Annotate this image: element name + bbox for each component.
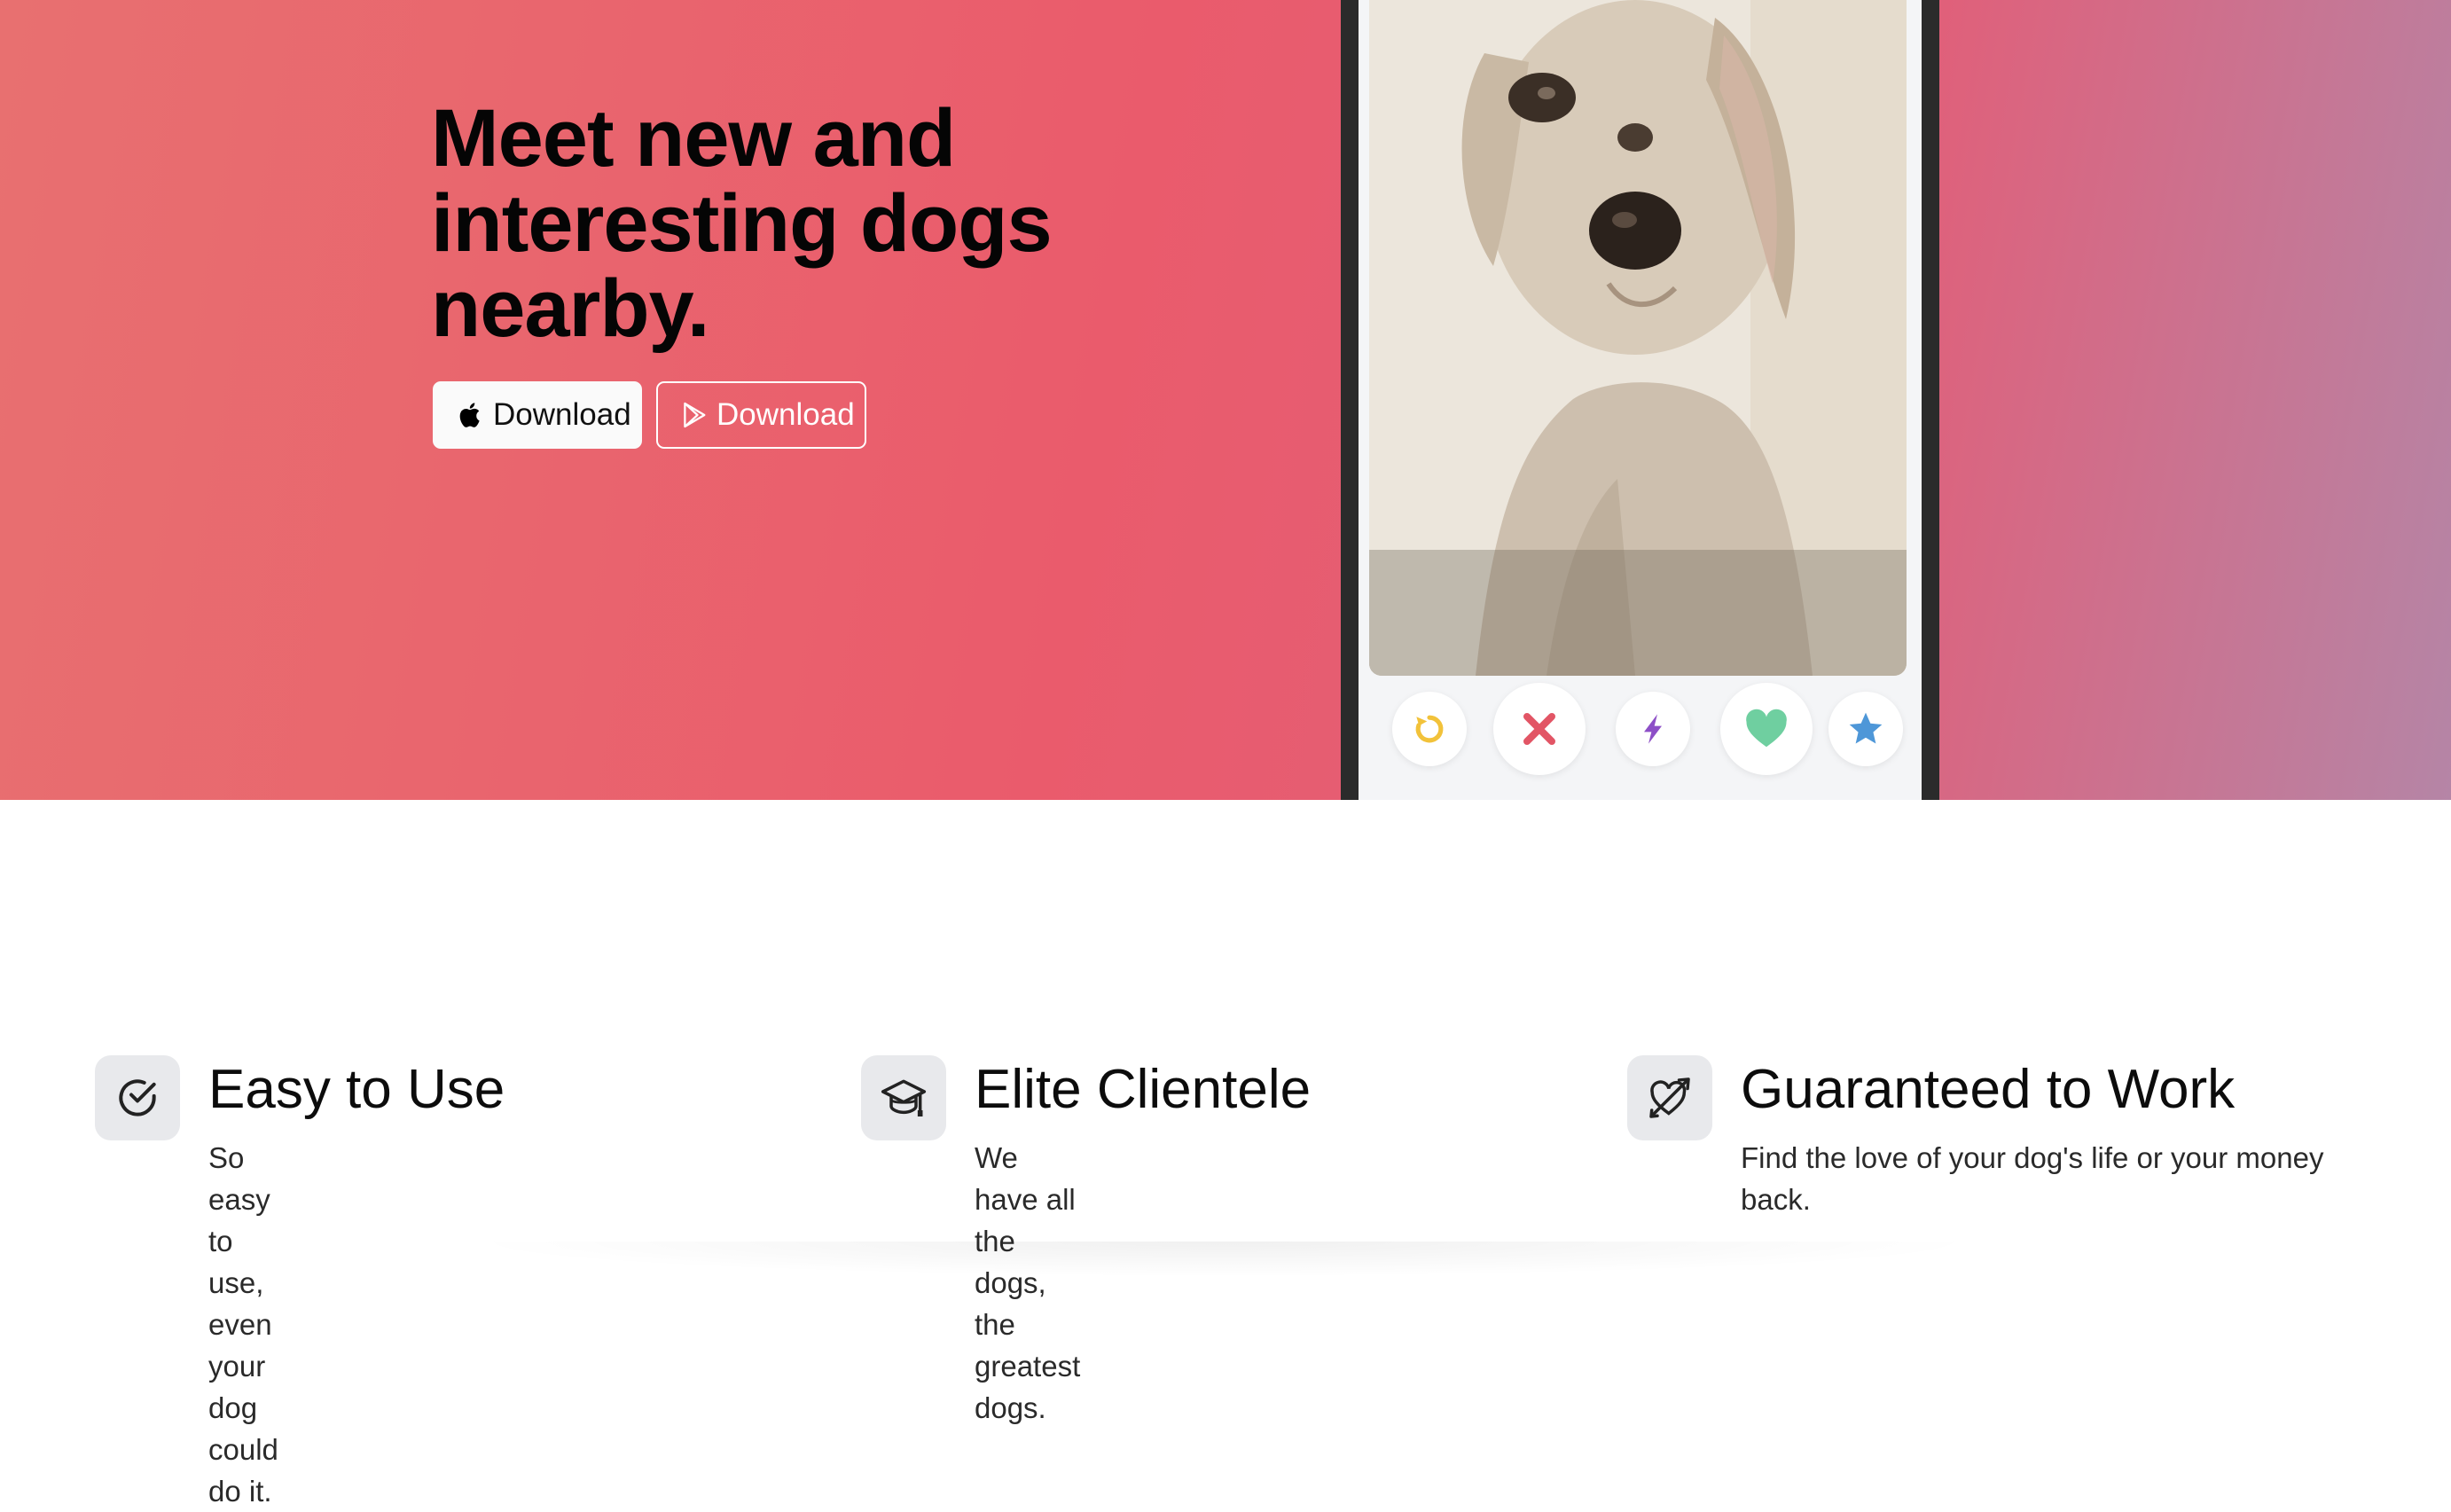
feature-description: So easy to use, even your dog could do i…: [208, 1141, 278, 1508]
section-divider-shadow: [461, 1242, 1986, 1277]
app-store-download-button[interactable]: Download: [433, 381, 642, 449]
dog-profile-photo: [1369, 0, 1907, 676]
phone-mockup: [1341, 0, 1939, 800]
apple-icon: [456, 399, 486, 431]
heart-arrow-icon: [1627, 1055, 1712, 1140]
rewind-button[interactable]: [1392, 692, 1467, 766]
feature-title: Easy to Use: [208, 1059, 505, 1120]
boost-bolt-icon: [1644, 714, 1662, 744]
boost-button[interactable]: [1616, 692, 1690, 766]
feature-description: We have all the dogs, the greatest dogs.: [975, 1141, 1081, 1424]
feature-title: Guaranteed to Work: [1741, 1059, 2236, 1120]
rewind-icon: [1415, 715, 1444, 743]
feature-description: Find the love of your dog's life or your…: [1741, 1141, 2324, 1216]
google-play-download-button[interactable]: Download: [656, 381, 866, 449]
swipe-actions-bar: [1359, 674, 1922, 780]
nope-button[interactable]: [1493, 683, 1586, 775]
google-play-icon: [679, 399, 709, 431]
nope-x-icon: [1523, 713, 1555, 745]
phone-screen: [1359, 0, 1922, 800]
like-button[interactable]: [1720, 683, 1813, 775]
hero-section: Meet new and interesting dogs nearby. Do…: [0, 0, 2451, 800]
app-store-download-label: Download: [493, 397, 631, 432]
like-heart-icon: [1746, 709, 1787, 748]
super-like-star-icon: [1849, 712, 1883, 744]
hero-title: Meet new and interesting dogs nearby.: [431, 93, 1053, 354]
feature-title: Elite Clientele: [975, 1059, 1312, 1120]
super-like-button[interactable]: [1828, 692, 1903, 766]
check-circle-icon: [95, 1055, 180, 1140]
google-play-download-label: Download: [717, 397, 855, 432]
graduation-cap-icon: [861, 1055, 946, 1140]
